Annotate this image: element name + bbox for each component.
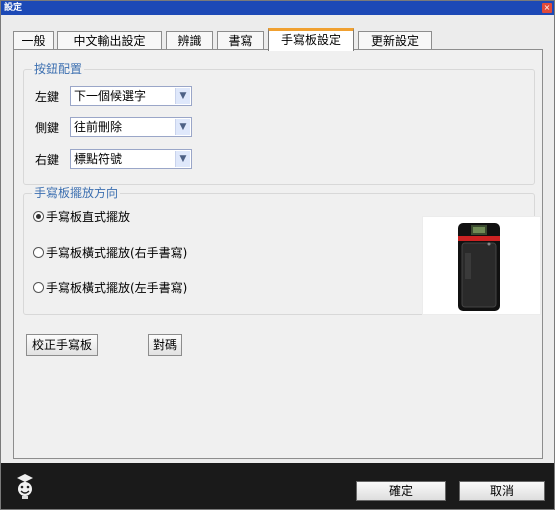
radio-landscape-right[interactable]: 手寫板橫式擺放(右手書寫) — [33, 245, 187, 261]
penpower-logo-icon — [17, 474, 33, 499]
radio-landscape-left-label: 手寫板橫式擺放(左手書寫) — [46, 281, 188, 295]
radio-landscape-right-label: 手寫板橫式擺放(右手書寫) — [46, 246, 188, 260]
button-config-title: 按鈕配置 — [32, 61, 85, 77]
right-key-label: 右鍵 — [35, 153, 60, 167]
confirm-button[interactable]: 確定 — [356, 481, 446, 501]
calibrate-tablet-button[interactable]: 校正手寫板 — [26, 334, 98, 356]
tab-general[interactable]: 一般 — [13, 31, 54, 50]
tab-tablet-settings[interactable]: 手寫板設定 — [268, 28, 354, 51]
left-key-label: 左鍵 — [35, 90, 60, 104]
right-key-select[interactable]: 標點符號 ▼ — [70, 149, 192, 169]
close-icon[interactable]: × — [542, 3, 552, 13]
side-key-value: 往前刪除 — [74, 120, 123, 134]
cancel-button[interactable]: 取消 — [459, 481, 545, 501]
chevron-down-icon[interactable]: ▼ — [175, 88, 190, 104]
tab-chinese-output[interactable]: 中文輸出設定 — [57, 31, 162, 50]
chevron-down-icon[interactable]: ▼ — [175, 119, 190, 135]
side-key-select[interactable]: 往前刪除 ▼ — [70, 117, 192, 137]
orientation-group: 手寫板擺放方向 手寫板直式擺放 手寫板橫式擺放(右手書寫) 手寫板橫式擺放(左手… — [23, 185, 541, 315]
chevron-down-icon[interactable]: ▼ — [175, 151, 190, 167]
tablet-device-image — [422, 216, 541, 315]
radio-unselected-icon[interactable] — [33, 282, 44, 293]
radio-unselected-icon[interactable] — [33, 247, 44, 258]
radio-landscape-left[interactable]: 手寫板橫式擺放(左手書寫) — [33, 280, 187, 296]
settings-window: 設定 × 一般 中文輸出設定 辨識 書寫 手寫板設定 更新設定 按鈕配置 左鍵 … — [0, 0, 555, 510]
radio-portrait[interactable]: 手寫板直式擺放 — [33, 209, 130, 225]
tab-recognition[interactable]: 辨識 — [166, 31, 213, 50]
tab-writing[interactable]: 書寫 — [217, 31, 264, 50]
right-key-value: 標點符號 — [74, 152, 123, 166]
left-key-select[interactable]: 下一個候選字 ▼ — [70, 86, 192, 106]
left-key-value: 下一個候選字 — [74, 89, 147, 103]
tab-update-settings[interactable]: 更新設定 — [358, 31, 432, 50]
tablet-settings-panel: 按鈕配置 左鍵 下一個候選字 ▼ 側鍵 往前刪除 ▼ 右鍵 標點符號 ▼ 手寫板… — [13, 49, 543, 459]
title-bar[interactable]: 設定 × — [1, 1, 554, 15]
radio-portrait-label: 手寫板直式擺放 — [46, 210, 131, 224]
button-config-group: 按鈕配置 左鍵 下一個候選字 ▼ 側鍵 往前刪除 ▼ 右鍵 標點符號 ▼ — [23, 61, 535, 185]
window-title: 設定 — [4, 3, 23, 13]
side-key-label: 側鍵 — [35, 121, 60, 135]
radio-selected-icon[interactable] — [33, 211, 44, 222]
footer-bar: 確定 取消 — [1, 463, 554, 509]
pair-button[interactable]: 對碼 — [148, 334, 182, 356]
orientation-title: 手寫板擺放方向 — [32, 185, 121, 201]
